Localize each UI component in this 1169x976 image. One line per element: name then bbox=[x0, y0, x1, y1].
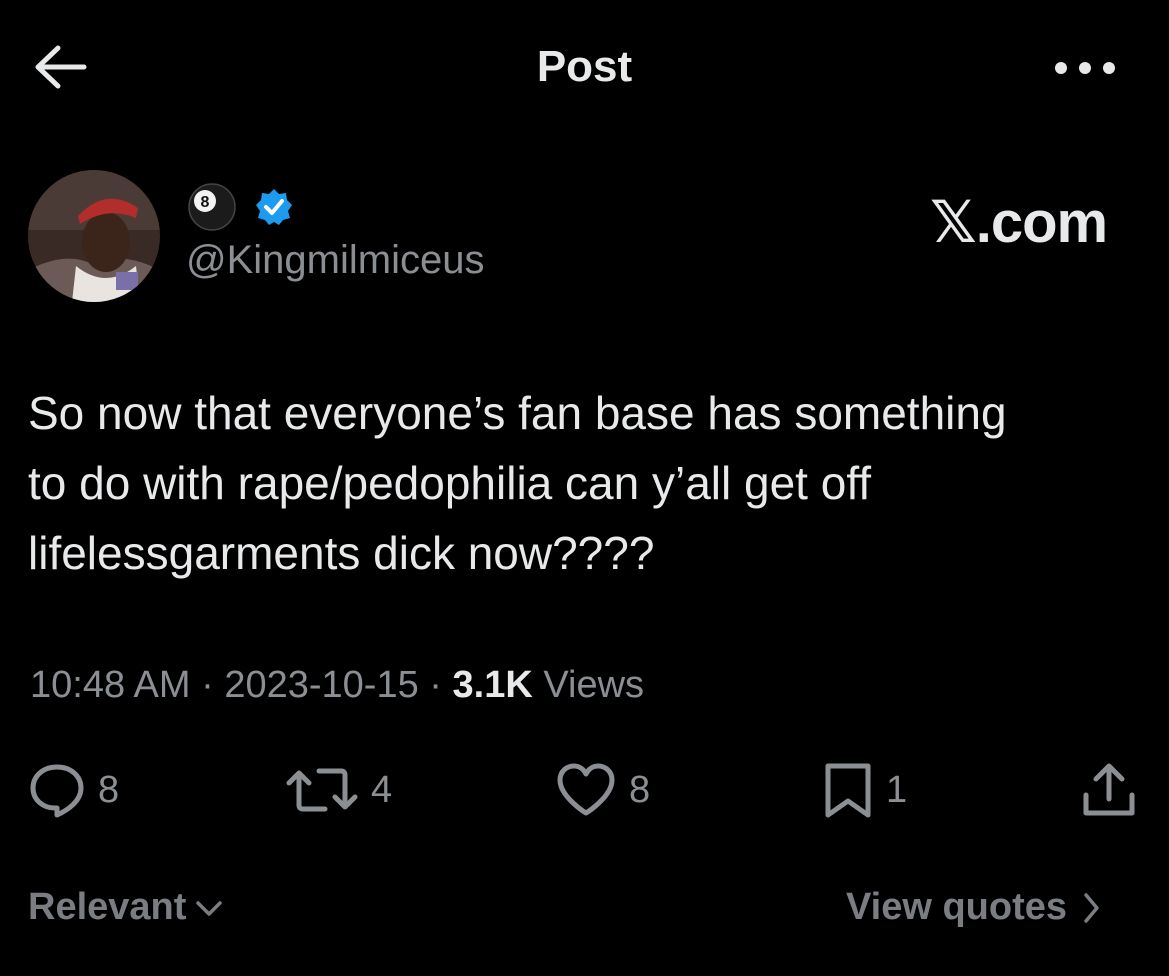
like-button[interactable]: 8 bbox=[555, 760, 650, 820]
bookmark-button[interactable]: 1 bbox=[822, 760, 907, 820]
repost-icon bbox=[286, 768, 358, 812]
heart-icon bbox=[557, 763, 615, 816]
views-count[interactable]: 3.1K bbox=[453, 664, 533, 707]
page-title: Post bbox=[536, 42, 633, 91]
sort-dropdown[interactable]: Relevant bbox=[28, 886, 224, 929]
meta-separator: · bbox=[190, 664, 225, 706]
avatar[interactable] bbox=[28, 170, 160, 302]
view-quotes-link[interactable]: View quotes bbox=[846, 886, 1101, 929]
author-name-row[interactable]: 8 bbox=[184, 183, 294, 231]
more-dots-icon bbox=[1055, 62, 1115, 74]
verified-badge-icon bbox=[256, 189, 292, 225]
watermark-logo: 𝕏.com bbox=[930, 190, 1108, 255]
views-label: Views bbox=[532, 664, 645, 706]
reply-count: 8 bbox=[98, 768, 120, 811]
avatar-image bbox=[28, 170, 160, 302]
bookmark-count: 1 bbox=[886, 768, 908, 811]
8-ball-number: 8 bbox=[201, 194, 210, 211]
view-quotes-label: View quotes bbox=[846, 886, 1068, 928]
chevron-right-icon bbox=[1084, 892, 1099, 923]
author-handle[interactable]: @Kingmilmiceus bbox=[186, 238, 484, 283]
post-date[interactable]: 2023-10-15 bbox=[224, 664, 418, 707]
like-count: 8 bbox=[629, 768, 651, 811]
reply-button[interactable]: 8 bbox=[28, 760, 119, 820]
sort-label: Relevant bbox=[28, 886, 187, 928]
repost-button[interactable]: 4 bbox=[285, 760, 392, 820]
back-button[interactable] bbox=[30, 40, 90, 94]
8-ball-icon: 8 bbox=[188, 183, 236, 231]
post-time[interactable]: 10:48 AM bbox=[30, 664, 191, 707]
post-meta: 10:48 AM · 2023-10-15 · 3.1K Views bbox=[30, 664, 644, 707]
chevron-down-icon bbox=[196, 900, 223, 916]
repost-count: 4 bbox=[371, 768, 393, 811]
reply-icon bbox=[30, 764, 84, 818]
more-options-button[interactable] bbox=[1052, 50, 1122, 86]
bookmark-icon bbox=[825, 763, 871, 818]
post-text: So now that everyone’s fan base has some… bbox=[28, 387, 1007, 579]
share-icon bbox=[1083, 763, 1135, 816]
meta-separator: · bbox=[418, 664, 453, 706]
arrow-left-icon bbox=[35, 45, 87, 89]
share-button[interactable] bbox=[1080, 760, 1138, 820]
